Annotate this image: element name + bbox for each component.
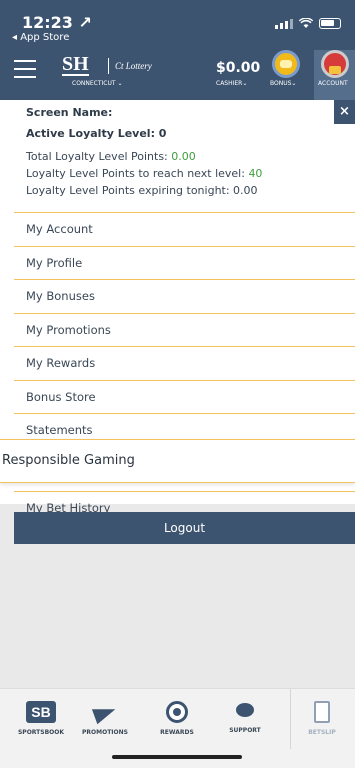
total-points: Total Loyalty Level Points: 0.00 (26, 150, 196, 163)
account-panel: × Screen Name: Active Loyalty Level: 0 T… (0, 100, 355, 544)
bonus-icon[interactable] (272, 50, 300, 78)
cashier-button[interactable]: CASHIER⌄ (216, 80, 247, 87)
nav-promotions-label: PROMOTIONS (82, 729, 128, 736)
nav-betslip[interactable]: BETSLIP (287, 701, 355, 736)
nav-support-label: SUPPORT (229, 727, 261, 734)
battery-icon (319, 18, 341, 29)
menu-item-my-rewards[interactable]: My Rewards (14, 346, 355, 380)
balance-amount[interactable]: $0.00 (216, 60, 260, 76)
ct-lottery-logo: Ct Lottery (108, 58, 152, 74)
menu-icon[interactable] (14, 60, 36, 84)
nav-rewards[interactable]: REWARDS (142, 701, 212, 736)
nav-rewards-label: REWARDS (160, 729, 194, 736)
status-icons (275, 18, 341, 29)
menu-item-bonus-store[interactable]: Bonus Store (14, 379, 355, 414)
rewards-icon (166, 701, 188, 723)
sportsbook-icon: SB (26, 701, 56, 723)
sh-logo[interactable]: SH (62, 54, 89, 76)
menu-item-my-profile[interactable]: My Profile (14, 245, 355, 280)
menu-item-my-account[interactable]: My Account (14, 212, 355, 246)
expiring-points: Loyalty Level Points expiring tonight: 0… (26, 184, 258, 197)
wifi-icon (299, 18, 313, 28)
next-level-points: Loyalty Level Points to reach next level… (26, 167, 263, 180)
nav-promotions[interactable]: PROMOTIONS (70, 701, 140, 736)
menu-item-responsible-gaming[interactable]: Responsible Gaming (0, 439, 355, 483)
betslip-icon (314, 701, 330, 723)
clock: 12:23 ↗ (22, 13, 92, 32)
account-button[interactable] (314, 50, 355, 100)
account-label[interactable]: ACCOUNT (318, 80, 348, 87)
home-indicator[interactable] (112, 755, 242, 759)
nav-support[interactable]: SUPPORT (210, 701, 280, 734)
status-bar: 12:23 ↗ ◂ App Store (0, 0, 355, 50)
state-selector[interactable]: CONNECTICUT ⌄ (72, 80, 122, 87)
menu-item-my-promotions[interactable]: My Promotions (14, 312, 355, 347)
loyalty-info: Screen Name: Active Loyalty Level: 0 Tot… (0, 100, 355, 197)
menu-item-my-bonuses[interactable]: My Bonuses (14, 279, 355, 313)
loyalty-level: Active Loyalty Level: 0 (26, 127, 167, 140)
bonus-button[interactable]: BONUS⌄ (270, 80, 296, 87)
nav-sportsbook-label: SPORTSBOOK (17, 729, 64, 736)
nav-betslip-label: BETSLIP (308, 729, 336, 736)
screen-name-label: Screen Name: (26, 106, 113, 119)
chat-icon (232, 701, 258, 721)
nav-sportsbook[interactable]: SB SPORTSBOOK (6, 701, 76, 736)
signal-icon (275, 18, 293, 29)
logout-button[interactable]: Logout (14, 512, 355, 544)
close-icon[interactable]: × (334, 100, 355, 124)
back-to-app-store[interactable]: ◂ App Store (12, 32, 69, 43)
megaphone-icon (92, 701, 118, 723)
app-header: SH Ct Lottery CONNECTICUT ⌄ $0.00 CASHIE… (0, 50, 355, 100)
account-icon (321, 50, 349, 78)
